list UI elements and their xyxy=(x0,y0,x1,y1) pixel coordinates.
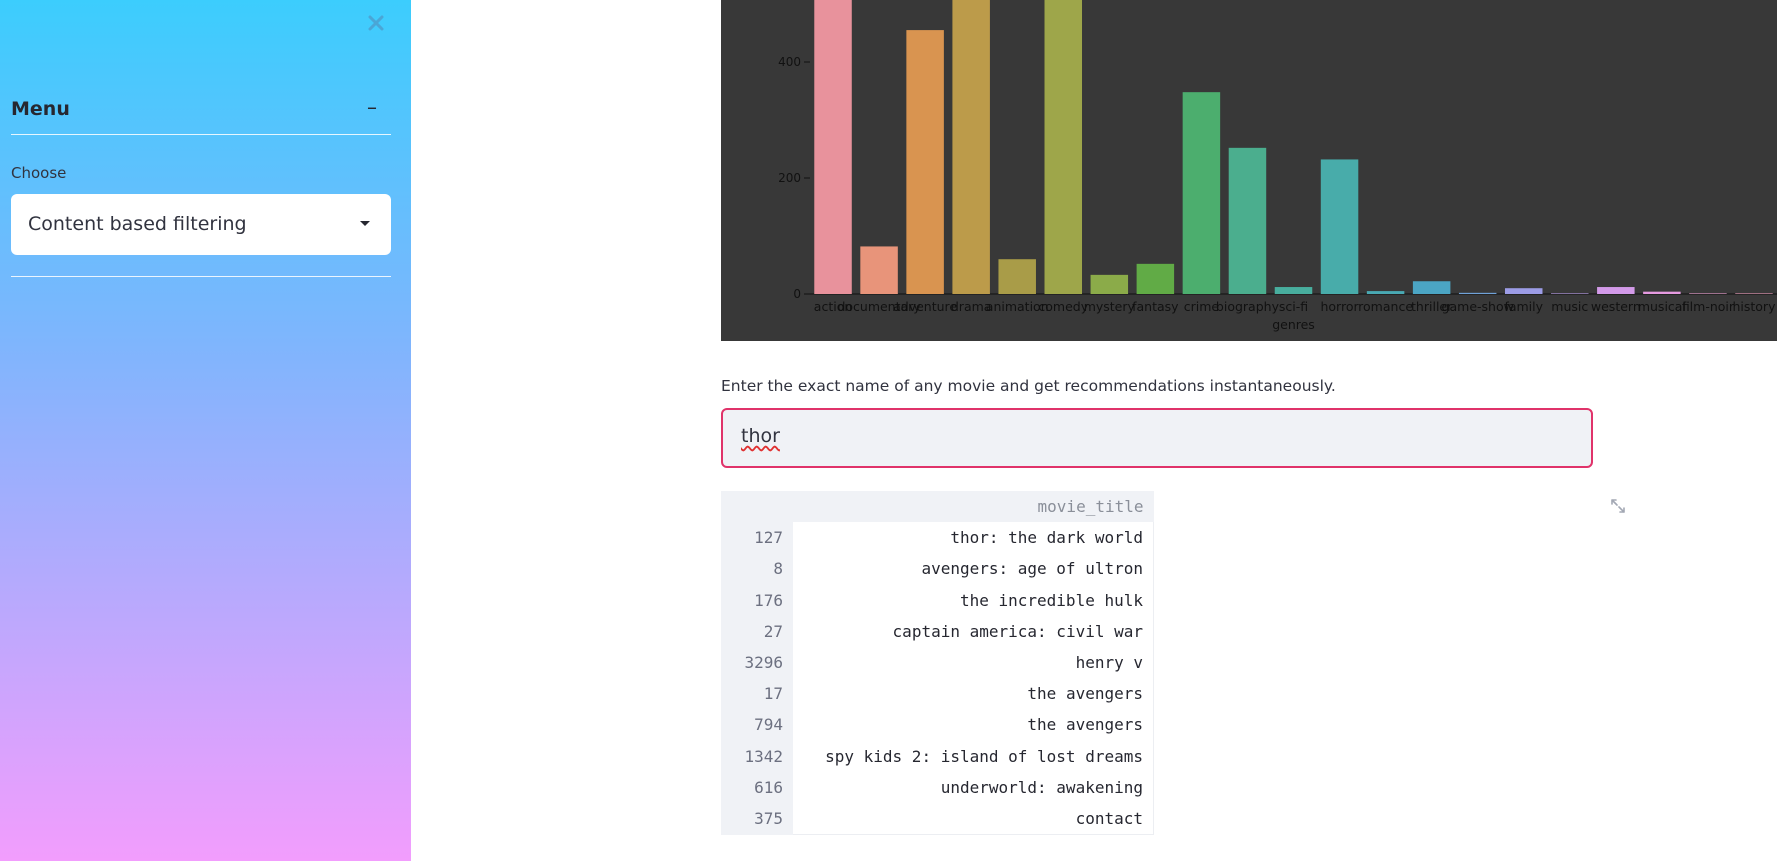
bar-documentary xyxy=(860,246,898,294)
bar-adventure xyxy=(906,30,944,294)
sidebar-divider xyxy=(11,276,391,277)
bar-horror xyxy=(1320,159,1359,294)
column-header-movie-title[interactable]: movie_title xyxy=(793,491,1154,523)
x-tick-label: music xyxy=(1551,299,1588,314)
bar-romance xyxy=(1366,291,1405,294)
bar-music xyxy=(1551,293,1589,294)
bar-crime xyxy=(1182,92,1221,294)
movie-title-cell[interactable]: underworld: awakening xyxy=(793,771,1154,803)
chart-svg: 0200400 actiondocumentaryadventuredramaa… xyxy=(778,0,1777,332)
y-tick-label: 400 xyxy=(778,55,801,69)
expand-icon[interactable] xyxy=(1609,497,1627,515)
y-tick-label: 200 xyxy=(778,171,801,185)
genre-count-chart: 0 200 400 action documentary adventure drama a… xyxy=(721,0,1777,341)
bar-action xyxy=(814,0,852,294)
row-index: 127 xyxy=(721,522,793,554)
x-tick-label: fantasy xyxy=(1132,299,1179,314)
caret-down-icon xyxy=(360,221,370,226)
bar-western xyxy=(1597,287,1635,294)
bar-musical xyxy=(1643,291,1681,294)
bar-sci-fi xyxy=(1274,287,1313,294)
row-index: 375 xyxy=(721,802,793,835)
y-tick-label: 0 xyxy=(793,287,801,301)
table-header-row: movie_title xyxy=(721,491,1154,523)
table-row: 27 captain america: civil war xyxy=(721,615,1154,647)
choose-label: Choose xyxy=(11,164,67,182)
movie-title-cell[interactable]: spy kids 2: island of lost dreams xyxy=(793,740,1154,772)
method-select[interactable]: Content based filtering xyxy=(11,194,391,255)
bar-film-noir xyxy=(1689,293,1727,294)
x-tick-label: musical xyxy=(1638,299,1686,314)
movie-title-cell[interactable]: the incredible hulk xyxy=(793,584,1154,616)
instruction-text: Enter the exact name of any movie and ge… xyxy=(721,377,1336,395)
x-tick-label: horror xyxy=(1320,299,1359,314)
bar-fantasy xyxy=(1136,263,1175,294)
menu-title: Menu xyxy=(11,98,70,120)
row-index: 1342 xyxy=(721,740,793,772)
x-tick-label: family xyxy=(1504,299,1543,314)
x-tick-label: western xyxy=(1591,299,1641,314)
table-row: 794 the avengers xyxy=(721,709,1154,741)
x-tick-label: sci-fi xyxy=(1279,299,1308,314)
row-index: 8 xyxy=(721,553,793,585)
recommendations-table: movie_title 127 thor: the dark world 8 a… xyxy=(721,491,1154,836)
table-row: 616 underworld: awakening xyxy=(721,771,1154,803)
bar-comedy xyxy=(1044,0,1083,294)
close-icon[interactable] xyxy=(365,12,387,34)
row-index: 27 xyxy=(721,615,793,647)
x-tick-label: biography xyxy=(1216,299,1280,314)
bar-animation xyxy=(998,259,1036,294)
table-row: 17 the avengers xyxy=(721,678,1154,710)
movie-search-input[interactable] xyxy=(721,408,1593,468)
menu-expander-header[interactable]: Menu – xyxy=(11,92,391,135)
movie-title-cell[interactable]: contact xyxy=(793,802,1154,836)
table-row: 127 thor: the dark world xyxy=(721,522,1154,554)
table-row: 3296 henry v xyxy=(721,646,1154,679)
sidebar: Menu – Choose Content based filtering xyxy=(0,0,411,861)
x-tick-label: adventure xyxy=(893,299,957,314)
row-index: 3296 xyxy=(721,646,793,679)
row-index: 17 xyxy=(721,678,793,710)
movie-title-cell[interactable]: thor: the dark world xyxy=(793,522,1154,554)
row-index: 616 xyxy=(721,771,793,803)
x-tick-label: crime xyxy=(1184,299,1220,314)
x-axis-label: genres xyxy=(1272,317,1315,332)
movie-title-cell[interactable]: the avengers xyxy=(793,709,1154,741)
movie-title-cell[interactable]: captain america: civil war xyxy=(793,615,1154,647)
row-index: 794 xyxy=(721,709,793,741)
bar-game-show xyxy=(1458,292,1497,294)
row-index: 176 xyxy=(721,584,793,616)
x-tick-label: game-show xyxy=(1442,299,1514,314)
bar-family xyxy=(1504,288,1543,294)
x-tick-label: history xyxy=(1732,299,1776,314)
select-value: Content based filtering xyxy=(28,213,247,235)
index-header xyxy=(721,491,793,523)
movie-title-cell[interactable]: the avengers xyxy=(793,678,1154,710)
x-tick-label: comedy xyxy=(1038,299,1088,314)
bar-mystery xyxy=(1090,274,1129,294)
collapse-icon[interactable]: – xyxy=(367,95,377,119)
x-tick-label: mystery xyxy=(1084,299,1136,314)
bar-drama xyxy=(952,0,990,294)
table-row: 375 contact xyxy=(721,802,1154,836)
bar-thriller xyxy=(1412,281,1451,294)
x-tick-label: romance xyxy=(1358,299,1413,314)
table-row: 1342 spy kids 2: island of lost dreams xyxy=(721,740,1154,772)
x-tick-label: film-noir xyxy=(1682,299,1735,314)
bar-history xyxy=(1735,293,1773,294)
bar-biography xyxy=(1228,147,1267,294)
movie-title-cell[interactable]: henry v xyxy=(793,646,1154,679)
table-row: 176 the incredible hulk xyxy=(721,584,1154,616)
movie-title-cell[interactable]: avengers: age of ultron xyxy=(793,553,1154,585)
table-row: 8 avengers: age of ultron xyxy=(721,553,1154,585)
